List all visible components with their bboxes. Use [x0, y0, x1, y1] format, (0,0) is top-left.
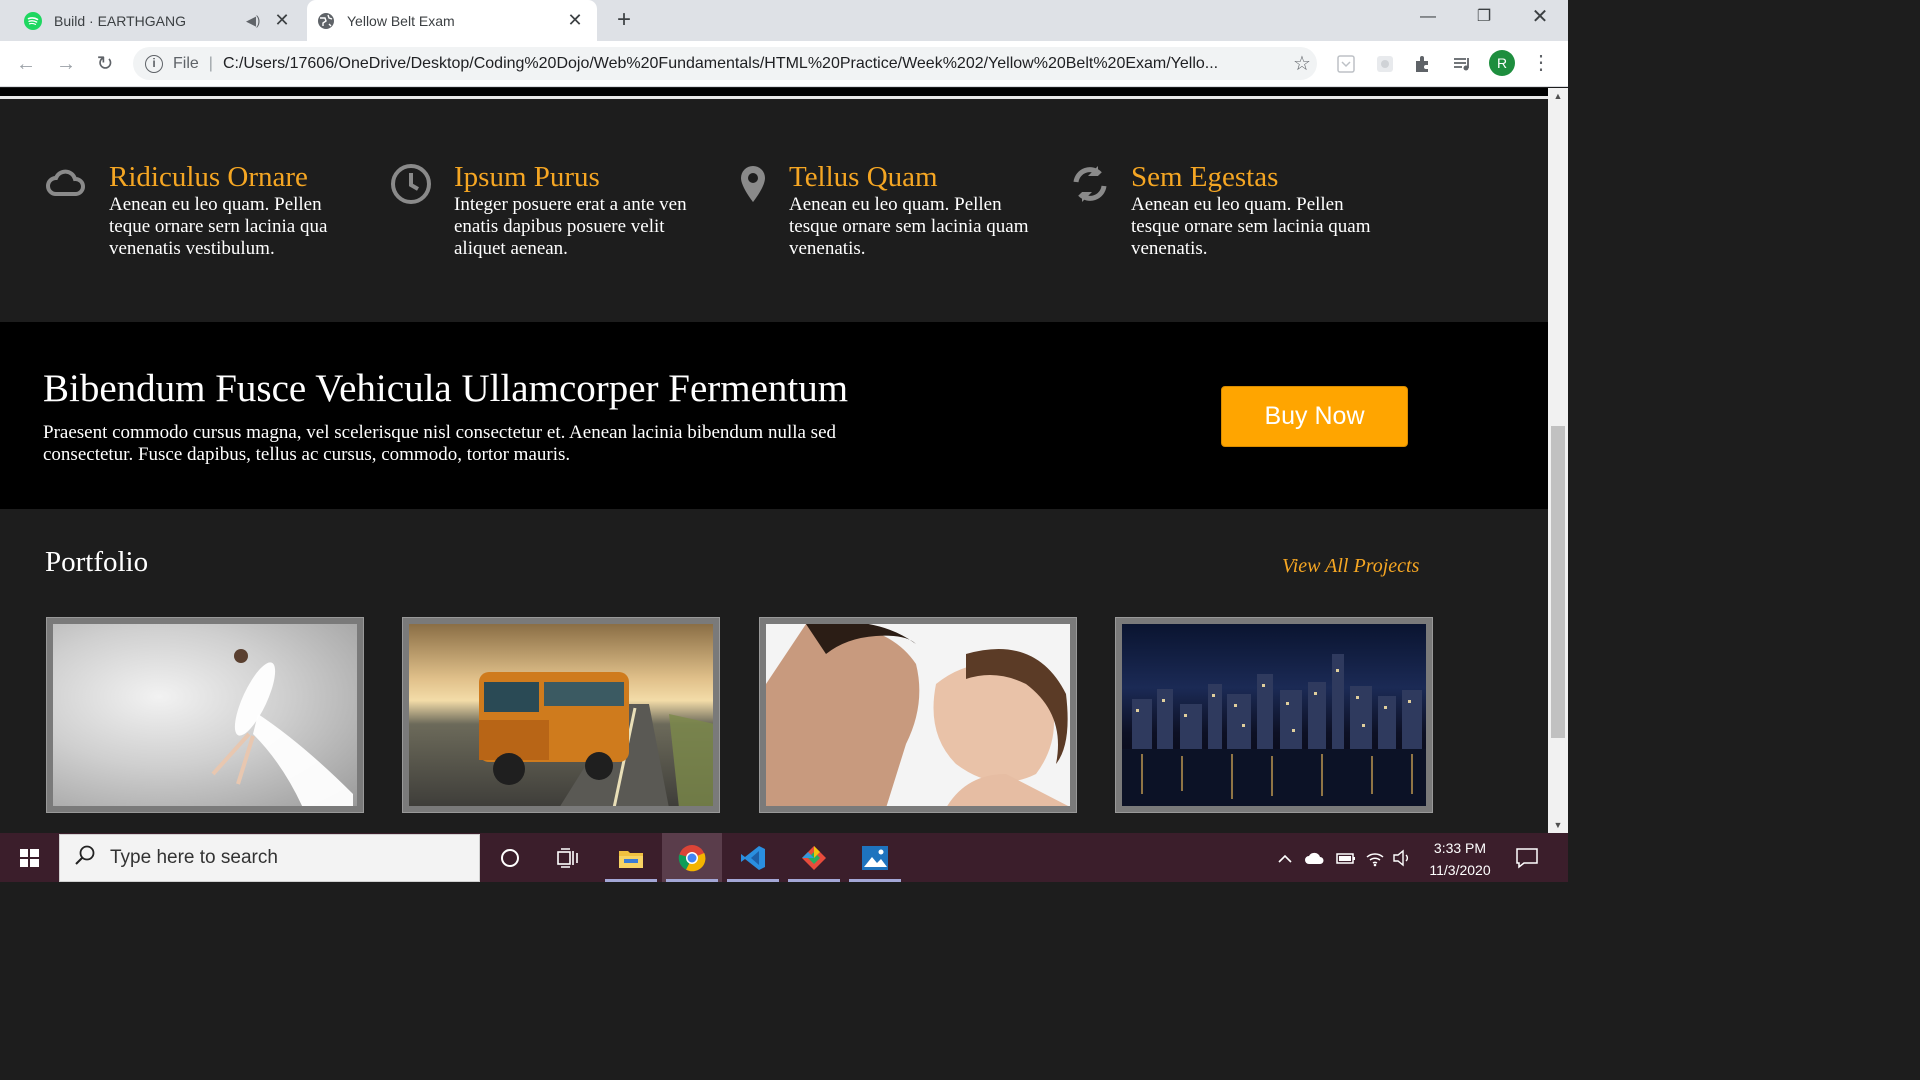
feature-text: Aenean eu leo quam. Pellen tesque ornare… — [1131, 194, 1371, 259]
extension-icon[interactable] — [1335, 53, 1357, 75]
cta-heading: Bibendum Fusce Vehicula Ullamcorper Ferm… — [43, 367, 849, 410]
scheme-label: File — [173, 54, 199, 72]
clock-icon — [389, 162, 433, 206]
map-marker-icon — [734, 162, 778, 206]
search-icon — [74, 844, 98, 872]
feature-title: Ridiculus Ornare — [109, 161, 308, 193]
tab-earthgang[interactable]: Build · EARTHGANG ◀) ✕ — [14, 0, 304, 41]
vscode-icon[interactable] — [723, 833, 783, 882]
dancer-photo — [53, 624, 357, 806]
taskbar-search-box[interactable]: Type here to search — [59, 834, 480, 882]
file-explorer-icon[interactable] — [601, 833, 661, 882]
close-window-icon[interactable]: ✕ — [1512, 0, 1568, 36]
spotify-icon — [24, 11, 42, 30]
portfolio-title: Portfolio — [45, 546, 149, 578]
feature-title: Ipsum Purus — [454, 161, 600, 193]
city-night-photo — [1122, 624, 1426, 806]
portfolio-item[interactable] — [46, 617, 364, 813]
clock-date: 11/3/2020 — [1429, 862, 1491, 878]
scroll-down-icon[interactable]: ▼ — [1548, 817, 1568, 833]
features-section: Ridiculus Ornare Aenean eu leo quam. Pel… — [0, 152, 1548, 322]
profile-avatar[interactable]: R — [1489, 50, 1515, 76]
browser-toolbar: ← → ↻ i File | C:/Users/17606/OneDrive/D… — [0, 41, 1568, 87]
windows-taskbar: Type here to search 3:33 PM 11/3/2020 — [0, 833, 1568, 882]
forward-icon[interactable]: → — [51, 49, 81, 79]
clock-time: 3:33 PM — [1433, 840, 1487, 856]
feature-text: Integer posuere erat a ante ven enatis d… — [454, 194, 687, 259]
page-viewport: Ridiculus Ornare Aenean eu leo quam. Pel… — [0, 88, 1548, 833]
reload-icon[interactable]: ↻ — [90, 49, 120, 79]
minimize-icon[interactable]: — — [1400, 0, 1456, 36]
photos-icon[interactable] — [845, 833, 905, 882]
portfolio-item[interactable] — [759, 617, 1077, 813]
feature-text: Aenean eu leo quam. Pellen tesque ornare… — [789, 194, 1029, 259]
buy-now-button[interactable]: Buy Now — [1221, 386, 1408, 447]
volume-icon[interactable] — [1392, 833, 1412, 882]
address-bar[interactable]: i File | C:/Users/17606/OneDrive/Desktop… — [133, 47, 1317, 80]
tab-title: Yellow Belt Exam — [347, 12, 455, 29]
cta-text: Praesent commodo cursus magna, vel scele… — [43, 422, 837, 465]
close-tab-icon[interactable]: ✕ — [565, 10, 585, 31]
page-scrollbar[interactable]: ▲ ▼ — [1548, 88, 1568, 833]
new-tab-button[interactable]: + — [610, 6, 638, 34]
feature-text: Aenean eu leo quam. Pellen teque ornare … — [109, 194, 328, 259]
audio-playing-icon[interactable]: ◀) — [246, 13, 264, 29]
puzzle-icon[interactable] — [1412, 53, 1434, 75]
chrome-icon[interactable] — [662, 833, 722, 882]
scrollbar-thumb[interactable] — [1551, 426, 1565, 738]
gitkraken-icon[interactable] — [784, 833, 844, 882]
separator: | — [208, 54, 213, 72]
couple-photo — [766, 624, 1070, 806]
portfolio-item[interactable] — [402, 617, 720, 813]
bus-photo — [409, 624, 713, 806]
back-icon[interactable]: ← — [11, 49, 41, 79]
restore-icon[interactable]: ❐ — [1456, 0, 1512, 36]
tab-strip: Build · EARTHGANG ◀) ✕ Yellow Belt Exam … — [0, 0, 1568, 41]
show-hidden-icons[interactable] — [1276, 833, 1294, 882]
portfolio-item[interactable] — [1115, 617, 1433, 813]
wifi-icon[interactable] — [1365, 833, 1385, 882]
more-menu-icon[interactable]: ⋮ — [1530, 53, 1552, 75]
info-icon[interactable]: i — [145, 54, 163, 73]
globe-icon — [317, 12, 335, 30]
feature-title: Sem Egestas — [1131, 161, 1279, 193]
media-queue-icon[interactable] — [1451, 53, 1473, 75]
start-button[interactable] — [0, 833, 58, 882]
search-placeholder: Type here to search — [110, 847, 278, 868]
tab-yellow-belt-exam[interactable]: Yellow Belt Exam ✕ — [307, 0, 597, 41]
cortana-icon[interactable] — [480, 833, 540, 882]
view-all-projects-link[interactable]: View All Projects — [1282, 555, 1419, 578]
cta-banner: Bibendum Fusce Vehicula Ullamcorper Ferm… — [0, 322, 1548, 509]
task-view-icon[interactable] — [538, 833, 598, 882]
header-edge — [0, 88, 1548, 99]
close-tab-icon[interactable]: ✕ — [272, 10, 292, 31]
bookmark-star-icon[interactable]: ☆ — [1287, 51, 1317, 76]
scroll-up-icon[interactable]: ▲ — [1548, 88, 1568, 104]
url-text[interactable]: C:/Users/17606/OneDrive/Desktop/Coding%2… — [223, 55, 1287, 73]
refresh-icon — [1068, 162, 1112, 206]
onedrive-icon[interactable] — [1304, 833, 1326, 882]
extension-icon[interactable] — [1374, 53, 1396, 75]
tab-title: Build · EARTHGANG — [54, 12, 186, 29]
battery-icon[interactable] — [1335, 833, 1357, 882]
windows-logo-icon — [20, 849, 39, 867]
cloud-icon — [44, 162, 88, 206]
feature-title: Tellus Quam — [789, 161, 938, 193]
notifications-icon[interactable] — [1515, 833, 1539, 882]
system-clock[interactable]: 3:33 PM 11/3/2020 — [1418, 837, 1502, 881]
